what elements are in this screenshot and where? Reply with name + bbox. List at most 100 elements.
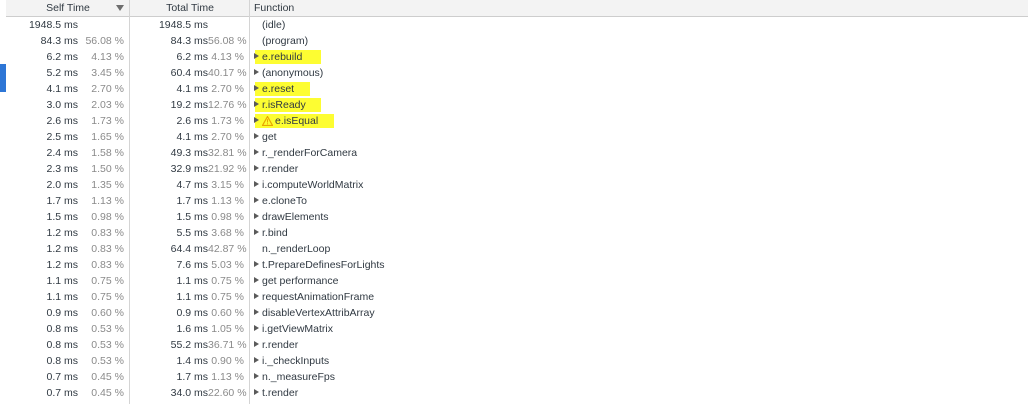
function-name[interactable]: (anonymous) [262,67,323,79]
self-time-ms: 0.7 ms [46,371,78,383]
total-time-percent: 1.05 % [211,323,244,335]
expand-arrow-icon[interactable] [254,181,259,188]
expand-arrow-icon[interactable] [254,101,259,108]
expand-arrow-icon[interactable] [254,261,259,268]
self-time-percent: 0.45 % [91,371,124,383]
total-time-percent: 5.03 % [211,259,244,271]
expand-arrow-icon[interactable] [254,149,259,156]
total-time-ms: 4.1 ms [176,83,208,95]
table-row[interactable]: 2.4 ms 1.58 % 49.3 ms 32.81 % r._renderForCa… [6,145,1028,161]
function-name[interactable]: r.bind [262,227,288,239]
table-row[interactable]: 0.8 ms 0.53 % 1.6 ms 1.05 % i.getViewMatrix [6,321,1028,337]
self-time-percent: 0.98 % [91,211,124,223]
table-row[interactable]: 1.1 ms 0.75 % 1.1 ms 0.75 % get performance [6,273,1028,289]
function-name[interactable]: i._checkInputs [262,355,329,367]
expand-arrow-icon[interactable] [254,197,259,204]
total-time-percent: 32.81 % [208,147,247,159]
function-name[interactable]: e.rebuild [262,51,302,63]
expand-arrow-icon[interactable] [254,373,259,380]
function-name[interactable]: r._renderForCamera [262,147,357,159]
table-row[interactable]: 1948.5 ms 1948.5 ms (idle) [6,17,1028,33]
expand-arrow-icon[interactable] [254,229,259,236]
self-time-percent: 1.65 % [91,131,124,143]
function-name[interactable]: r.render [262,339,298,351]
function-name[interactable]: n._measureFps [262,371,335,383]
function-cell: e.rebuild [254,49,1024,65]
table-row[interactable]: 2.3 ms 1.50 % 32.9 ms 21.92 % r.render [6,161,1028,177]
expand-arrow-icon[interactable] [254,341,259,348]
table-row[interactable]: 0.7 ms 0.45 % 34.0 ms 22.60 % t.render [6,385,1028,401]
self-time-ms: 1.5 ms [46,211,78,223]
expand-arrow-icon[interactable] [254,165,259,172]
table-row[interactable]: 1.2 ms 0.83 % 7.6 ms 5.03 % t.PrepareDefines… [6,257,1028,273]
expand-arrow-icon[interactable] [254,69,259,76]
table-row[interactable]: 1.7 ms 1.13 % 1.7 ms 1.13 % e.cloneTo [6,193,1028,209]
expand-arrow-icon[interactable] [254,293,259,300]
table-row[interactable]: 4.1 ms 2.70 % 4.1 ms 2.70 % e.reset [6,81,1028,97]
expand-arrow-icon[interactable] [254,325,259,332]
expand-arrow-icon[interactable] [254,133,259,140]
expand-arrow-icon[interactable] [254,389,259,396]
expand-arrow-icon[interactable] [254,277,259,284]
self-time-column-header[interactable]: Self Time [6,0,130,16]
total-time-ms: 7.6 ms [176,259,208,271]
function-name[interactable]: r.render [262,163,298,175]
sort-descending-icon [116,5,124,11]
table-row[interactable]: 5.2 ms 3.45 % 60.4 ms 40.17 % (anonymous) [6,65,1028,81]
self-time-ms: 84.3 ms [40,35,78,47]
self-time-percent: 1.35 % [91,179,124,191]
function-name[interactable]: t.PrepareDefinesForLights [262,259,385,271]
table-row[interactable]: 1.2 ms 0.83 % 5.5 ms 3.68 % r.bind [6,225,1028,241]
table-row[interactable]: 2.0 ms 1.35 % 4.7 ms 3.15 % i.computeWorldMa… [6,177,1028,193]
function-name[interactable]: r.isReady [262,99,306,111]
function-name[interactable]: (program) [262,35,308,47]
table-row[interactable]: 1.1 ms 0.75 % 1.1 ms 0.75 % requestAnimation… [6,289,1028,305]
table-row[interactable]: 0.8 ms 0.53 % 1.4 ms 0.90 % i._checkInputs [6,353,1028,369]
total-time-ms: 1.4 ms [176,355,208,367]
table-row[interactable]: 0.9 ms 0.60 % 0.9 ms 0.60 % disableVertexAtt… [6,305,1028,321]
expand-arrow-icon[interactable] [254,117,259,124]
table-row[interactable]: 1.5 ms 0.98 % 1.5 ms 0.98 % drawElements [6,209,1028,225]
function-name[interactable]: (idle) [262,19,285,31]
total-time-percent: 0.60 % [211,307,244,319]
function-column-header[interactable]: Function [250,0,1028,16]
function-name[interactable]: get [262,131,277,143]
total-time-percent: 0.90 % [211,355,244,367]
table-row[interactable]: 84.3 ms 56.08 % 84.3 ms 56.08 % (program) [6,33,1028,49]
table-row[interactable]: 6.2 ms 4.13 % 6.2 ms 4.13 % e.rebuild [6,49,1028,65]
function-name[interactable]: i.computeWorldMatrix [262,179,363,191]
table-row[interactable]: 0.7 ms 0.45 % 1.7 ms 1.13 % n._measureFps [6,369,1028,385]
table-row[interactable]: 3.0 ms 2.03 % 19.2 ms 12.76 % r.isReady [6,97,1028,113]
self-time-percent: 2.03 % [91,99,124,111]
expand-arrow-icon[interactable] [254,309,259,316]
function-name[interactable]: e.cloneTo [262,195,307,207]
total-time-ms: 2.6 ms [176,115,208,127]
expand-arrow-icon[interactable] [254,357,259,364]
function-name[interactable]: requestAnimationFrame [262,291,374,303]
total-time-ms: 49.3 ms [170,147,208,159]
table-row[interactable]: 2.6 ms 1.73 % 2.6 ms 1.73 % e.isEqual [6,113,1028,129]
function-name[interactable]: t.render [262,387,298,399]
expand-arrow-icon[interactable] [254,213,259,220]
function-name[interactable]: disableVertexAttribArray [262,307,375,319]
function-name[interactable]: get performance [262,275,338,287]
total-time-percent: 2.70 % [211,83,244,95]
self-time-ms: 1.2 ms [46,227,78,239]
total-time-column-header[interactable]: Total Time [130,0,250,16]
function-cell: get performance [254,273,1024,289]
table-row[interactable]: 0.8 ms 0.53 % 55.2 ms 36.71 % r.render [6,337,1028,353]
function-name[interactable]: e.reset [262,83,294,95]
function-cell: (program) [254,33,1024,49]
function-name[interactable]: i.getViewMatrix [262,323,333,335]
self-time-ms: 6.2 ms [46,51,78,63]
function-name[interactable]: e.isEqual [275,115,318,127]
expand-arrow-icon[interactable] [254,85,259,92]
self-time-percent: 0.53 % [91,323,124,335]
function-cell: get [254,129,1024,145]
expand-arrow-icon[interactable] [254,53,259,60]
function-name[interactable]: drawElements [262,211,329,223]
total-time-percent: 3.68 % [211,227,244,239]
table-row[interactable]: 2.5 ms 1.65 % 4.1 ms 2.70 % get [6,129,1028,145]
function-name[interactable]: n._renderLoop [262,243,330,255]
table-row[interactable]: 1.2 ms 0.83 % 64.4 ms 42.87 % n._renderLoop [6,241,1028,257]
